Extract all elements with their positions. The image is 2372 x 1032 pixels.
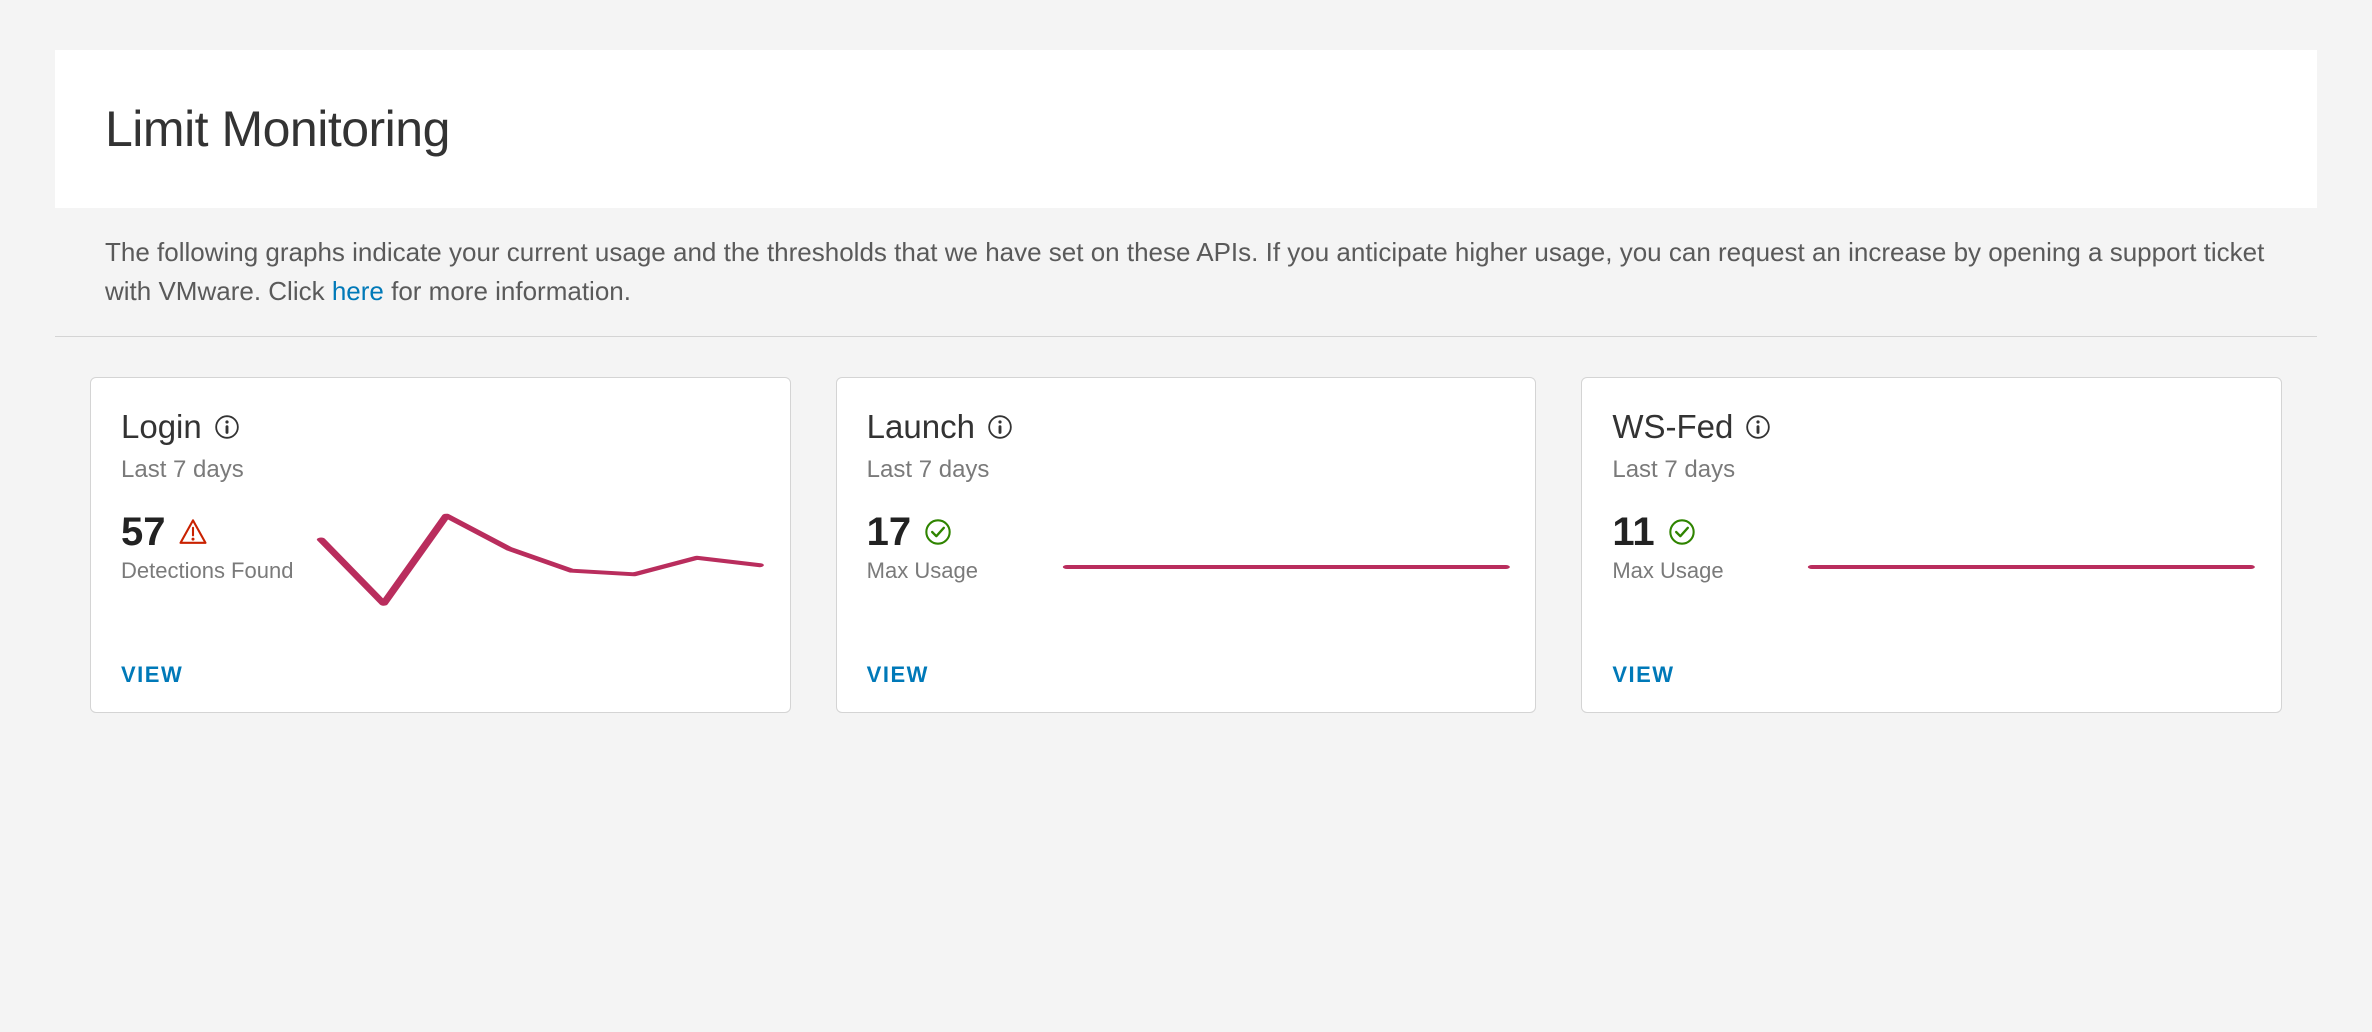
warning-triangle-icon: [178, 517, 208, 547]
metric-label: Max Usage: [1612, 558, 1792, 584]
metric-column: 57 Detections Found: [121, 512, 301, 584]
page-description: The following graphs indicate your curre…: [55, 218, 2317, 337]
metric-value: 11: [1612, 512, 1654, 552]
sparkline-chart: [1812, 512, 2251, 622]
metric-row: 11: [1612, 512, 1792, 552]
info-icon[interactable]: [214, 414, 240, 440]
card-subtitle: Last 7 days: [121, 456, 760, 484]
sparkline-chart: [1067, 512, 1506, 622]
card-subtitle: Last 7 days: [867, 456, 1506, 484]
view-button[interactable]: VIEW: [867, 662, 1506, 688]
card-launch: Launch Last 7 days 17 Max Usage: [836, 377, 1537, 713]
metric-value: 17: [867, 512, 912, 552]
view-button[interactable]: VIEW: [121, 662, 760, 688]
page-title: Limit Monitoring: [105, 100, 2267, 158]
cards-row: Login Last 7 days 57 Detections Found: [40, 337, 2332, 753]
metric-value: 57: [121, 512, 166, 552]
metric-label: Max Usage: [867, 558, 1047, 584]
metric-label: Detections Found: [121, 558, 301, 584]
more-info-link[interactable]: here: [332, 276, 384, 306]
card-login: Login Last 7 days 57 Detections Found: [90, 377, 791, 713]
limit-monitoring-page: Limit Monitoring The following graphs in…: [0, 50, 2372, 753]
check-circle-icon: [923, 517, 953, 547]
card-body: 17 Max Usage: [867, 512, 1506, 622]
check-circle-icon: [1667, 517, 1697, 547]
metric-column: 11 Max Usage: [1612, 512, 1792, 584]
info-icon[interactable]: [1745, 414, 1771, 440]
card-title: Login: [121, 408, 202, 446]
metric-column: 17 Max Usage: [867, 512, 1047, 584]
card-title: Launch: [867, 408, 975, 446]
card-title: WS-Fed: [1612, 408, 1733, 446]
description-text-after: for more information.: [384, 276, 631, 306]
page-title-block: Limit Monitoring: [55, 50, 2317, 208]
card-header: Login: [121, 408, 760, 446]
view-button[interactable]: VIEW: [1612, 662, 2251, 688]
metric-row: 57: [121, 512, 301, 552]
card-wsfed: WS-Fed Last 7 days 11 Max Usage: [1581, 377, 2282, 713]
card-body: 57 Detections Found: [121, 512, 760, 622]
sparkline-chart: [321, 512, 760, 622]
card-header: WS-Fed: [1612, 408, 2251, 446]
info-icon[interactable]: [987, 414, 1013, 440]
card-body: 11 Max Usage: [1612, 512, 2251, 622]
metric-row: 17: [867, 512, 1047, 552]
card-header: Launch: [867, 408, 1506, 446]
card-subtitle: Last 7 days: [1612, 456, 2251, 484]
